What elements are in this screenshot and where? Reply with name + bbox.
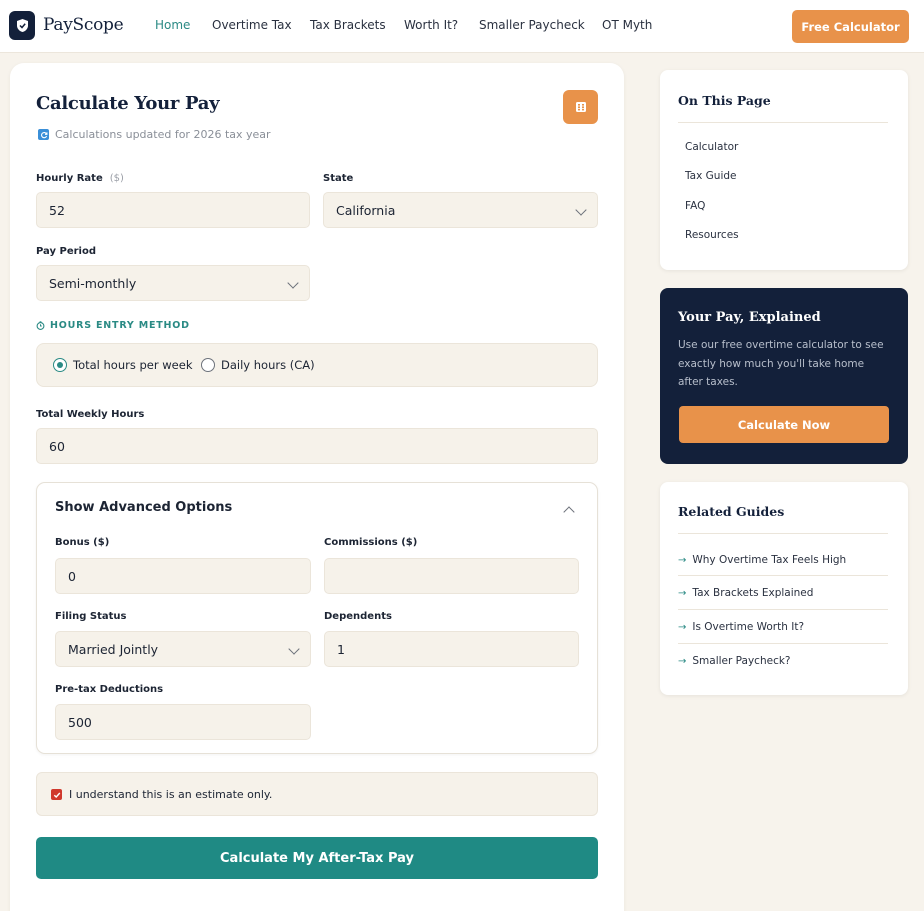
weekly-hours-label: Total Weekly Hours [36, 409, 145, 420]
site-header: PayScope Home Overtime Tax Tax Brackets … [0, 0, 924, 53]
calculate-button[interactable]: Calculate My After-Tax Pay [36, 837, 598, 879]
state-select[interactable]: California [323, 192, 598, 228]
disclaimer-row: I understand this is an estimate only. [36, 772, 598, 816]
advanced-options-toggle[interactable]: Show Advanced Options [55, 500, 232, 515]
toc-title: On This Page [678, 93, 771, 108]
related-item[interactable]: → Tax Brackets Explained [678, 576, 888, 610]
radio-selected-icon[interactable] [53, 358, 67, 372]
hourly-rate-label: Hourly Rate ($) [36, 173, 124, 184]
update-text: Calculations updated for 2026 tax year [55, 128, 271, 141]
radio-unselected-icon[interactable] [201, 358, 215, 372]
explain-text: Use our free overtime calculator to see … [678, 339, 884, 388]
toc-item-calculator[interactable]: Calculator [685, 141, 738, 153]
disclaimer-text: I understand this is an estimate only. [69, 788, 273, 801]
state-label: State [323, 173, 354, 184]
toc-item-faq[interactable]: FAQ [685, 200, 705, 212]
related-guides-card: Related Guides → Why Overtime Tax Feels H… [660, 482, 908, 695]
update-notice: Calculations updated for 2026 tax year [38, 128, 271, 141]
refresh-icon [38, 129, 49, 140]
toc-item-resources[interactable]: Resources [685, 229, 739, 241]
pay-period-label: Pay Period [36, 246, 96, 257]
arrow-right-icon: → [678, 554, 687, 566]
brand-name[interactable]: PayScope [43, 15, 124, 35]
related-title: Related Guides [678, 504, 785, 519]
radio-total-hours[interactable]: Total hours per week [53, 358, 192, 372]
chevron-up-icon[interactable] [563, 506, 575, 518]
dependents-input[interactable]: 1 [324, 631, 579, 667]
related-item[interactable]: → Smaller Paycheck? [678, 644, 888, 678]
explain-title: Your Pay, Explained [678, 310, 821, 325]
arrow-right-icon: → [678, 655, 687, 667]
calculator-icon[interactable] [563, 90, 598, 124]
stopwatch-icon [36, 321, 45, 330]
calculate-now-button[interactable]: Calculate Now [679, 406, 889, 443]
checkbox-checked-icon[interactable] [51, 789, 62, 800]
arrow-right-icon: → [678, 587, 687, 599]
related-item[interactable]: → Why Overtime Tax Feels High [678, 543, 888, 577]
pretax-label: Pre-tax Deductions [55, 684, 164, 695]
hours-method-group: Total hours per week Daily hours (CA) [36, 343, 598, 387]
toc-card: On This Page Calculator Tax Guide FAQ Re… [660, 70, 908, 270]
chevron-down-icon [288, 643, 300, 655]
weekly-hours-input[interactable]: 60 [36, 428, 598, 464]
advanced-options-panel: Show Advanced Options Bonus ($) 0 Commis… [36, 482, 598, 754]
related-item[interactable]: → Is Overtime Worth It? [678, 610, 888, 644]
pretax-input[interactable]: 500 [55, 704, 311, 740]
commissions-input[interactable] [324, 558, 579, 594]
chevron-down-icon [575, 204, 587, 216]
hourly-rate-input[interactable]: 52 [36, 192, 310, 228]
explain-card: Your Pay, Explained Use our free overtim… [660, 288, 908, 464]
calculator-card: Calculate Your Pay Calculations updated … [10, 63, 624, 911]
toc-divider [678, 122, 888, 123]
shield-icon[interactable] [9, 11, 35, 40]
dependents-label: Dependents [324, 611, 392, 622]
nav-home[interactable]: Home [155, 18, 190, 32]
free-calculator-button[interactable]: Free Calculator [792, 10, 909, 43]
commissions-label: Commissions ($) [324, 537, 418, 548]
nav-smaller-paycheck[interactable]: Smaller Paycheck [479, 18, 585, 32]
filing-status-label: Filing Status [55, 611, 127, 622]
nav-tax-brackets[interactable]: Tax Brackets [310, 18, 386, 32]
bonus-label: Bonus ($) [55, 537, 110, 548]
calculator-title: Calculate Your Pay [36, 93, 220, 114]
toc-item-tax-guide[interactable]: Tax Guide [685, 170, 737, 182]
related-divider [678, 533, 888, 534]
filing-status-select[interactable]: Married Jointly [55, 631, 311, 667]
nav-overtime-tax[interactable]: Overtime Tax [212, 18, 292, 32]
nav-ot-myth[interactable]: OT Myth [602, 18, 652, 32]
nav-worth-it[interactable]: Worth It? [404, 18, 458, 32]
arrow-right-icon: → [678, 621, 687, 633]
pay-period-select[interactable]: Semi-monthly [36, 265, 310, 301]
radio-daily-hours[interactable]: Daily hours (CA) [201, 358, 315, 372]
hours-method-label: HOURS ENTRY METHOD [36, 320, 190, 331]
chevron-down-icon [287, 277, 299, 289]
bonus-input[interactable]: 0 [55, 558, 311, 594]
